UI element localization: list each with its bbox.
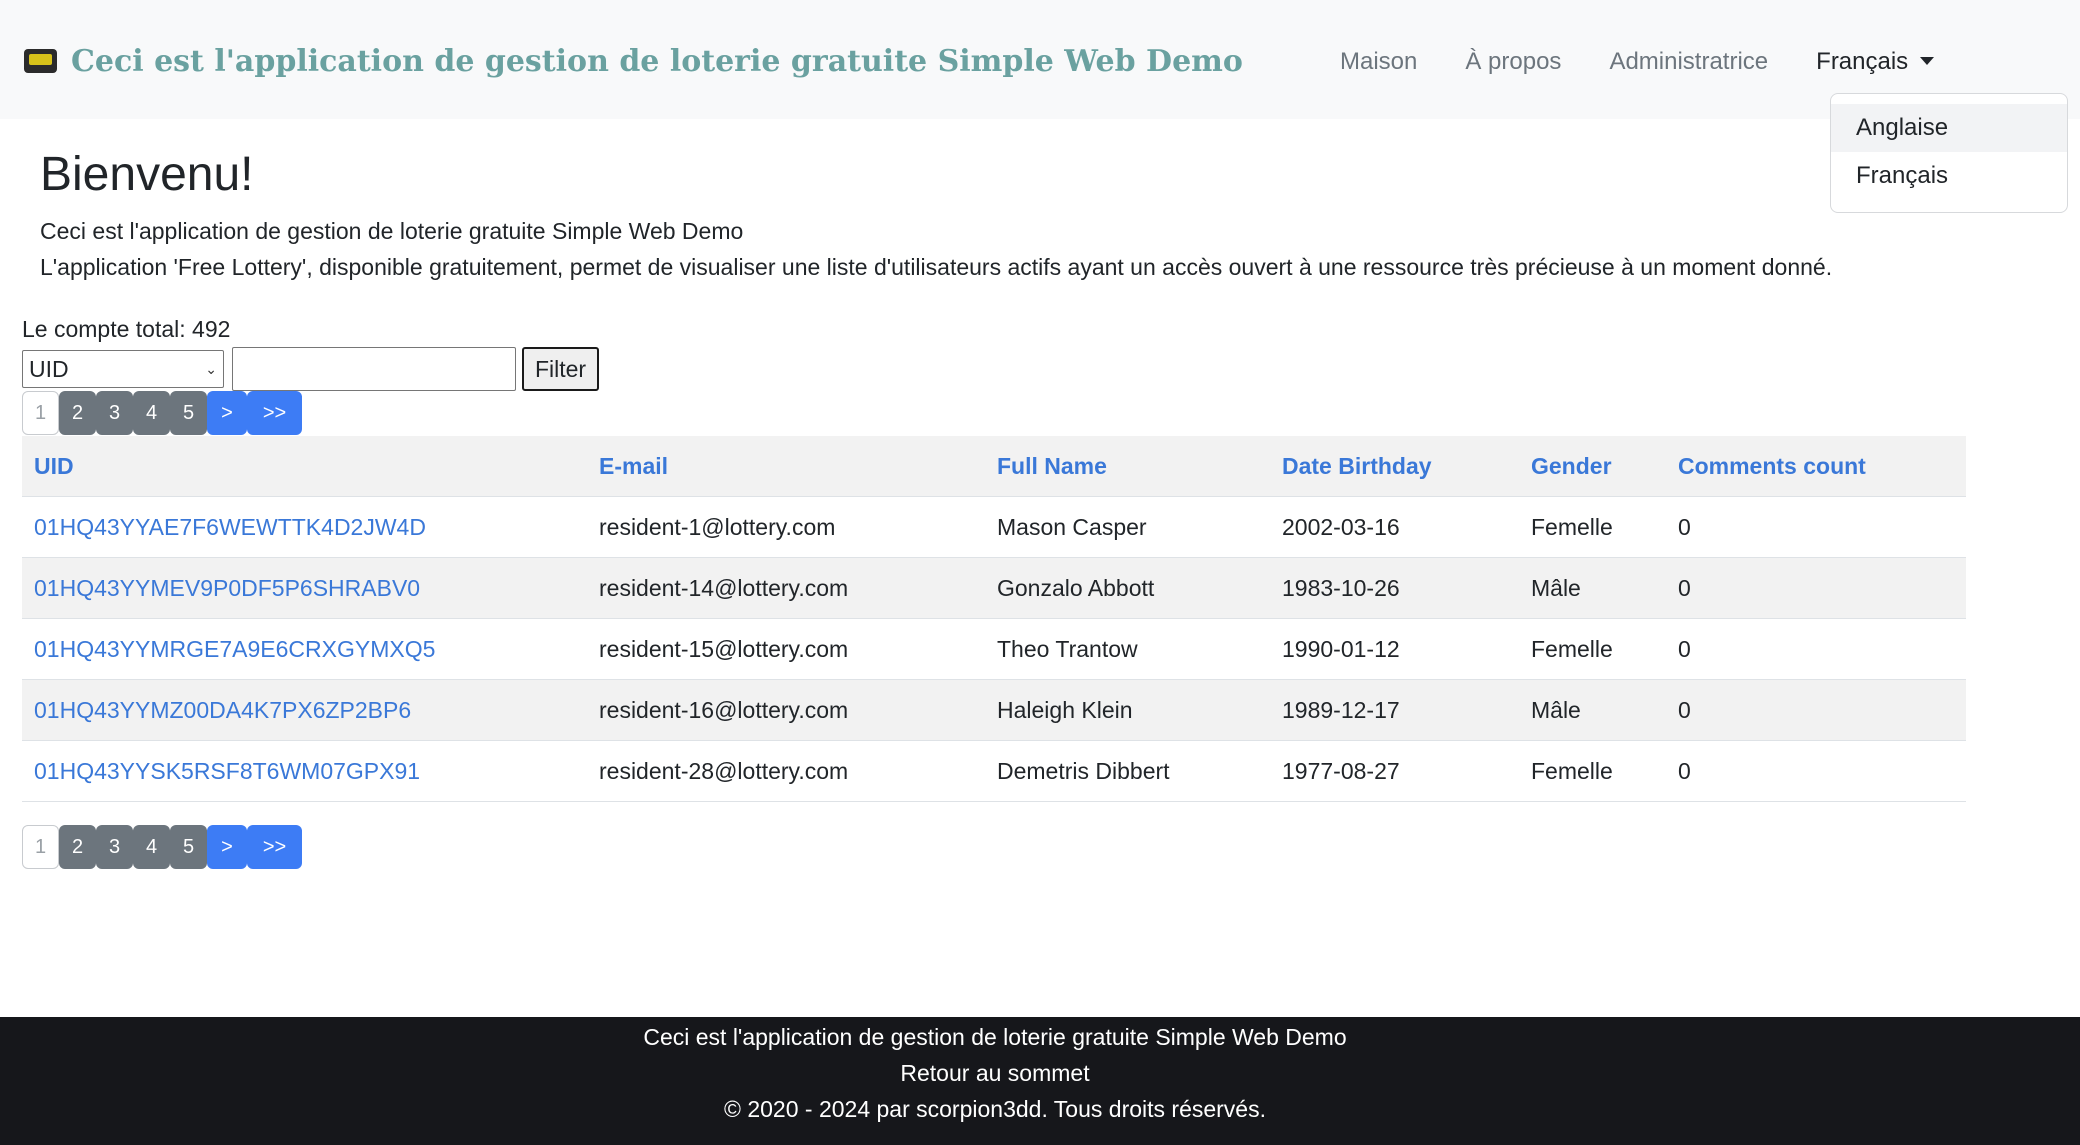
comments-count-cell: 0 <box>1666 557 1966 619</box>
column-header-gender[interactable]: Gender <box>1519 436 1666 497</box>
nav-links: Maison À propos Administratrice Français <box>1340 40 1982 84</box>
column-header-date-birthday[interactable]: Date Birthday <box>1270 436 1519 497</box>
birthday-cell: 1983-10-26 <box>1270 557 1519 619</box>
table-row: 01HQ43YYSK5RSF8T6WM07GPX91 resident-28@l… <box>22 740 1966 802</box>
language-dropdown-menu: Anglaise Français <box>1830 93 2068 213</box>
email-cell: resident-1@lottery.com <box>587 496 985 558</box>
gender-cell: Mâle <box>1519 557 1666 619</box>
table-header-row: UID E-mail Full Name Date Birthday Gende… <box>22 436 1966 497</box>
chevron-down-icon: ⌄ <box>205 361 217 377</box>
column-header-email[interactable]: E-mail <box>587 436 985 497</box>
language-dropdown-toggle[interactable]: Français <box>1816 48 1935 76</box>
comments-count-cell: 0 <box>1666 679 1966 741</box>
intro-line-1: Ceci est l'application de gestion de lot… <box>40 218 744 244</box>
uid-link[interactable]: 01HQ43YYMEV9P0DF5P6SHRABV0 <box>22 557 587 619</box>
gender-cell: Mâle <box>1519 679 1666 741</box>
birthday-cell: 2002-03-16 <box>1270 496 1519 558</box>
page-3-button[interactable]: 3 <box>96 391 133 435</box>
column-header-uid[interactable]: UID <box>22 436 587 497</box>
full-name-cell: Haleigh Klein <box>985 679 1270 741</box>
birthday-cell: 1990-01-12 <box>1270 618 1519 680</box>
back-to-top-link[interactable]: Retour au sommet <box>0 1060 1990 1087</box>
footer: Ceci est l'application de gestion de lot… <box>0 1017 2080 1145</box>
full-name-cell: Mason Casper <box>985 496 1270 558</box>
comments-count-cell: 0 <box>1666 740 1966 802</box>
page-title: Bienvenu! <box>40 148 254 201</box>
pagination-top: 1 2 3 4 5 > >> <box>22 391 302 437</box>
comments-count-cell: 0 <box>1666 496 1966 558</box>
users-table: UID E-mail Full Name Date Birthday Gende… <box>22 436 1966 802</box>
page-1-button[interactable]: 1 <box>22 391 59 435</box>
gender-cell: Femelle <box>1519 496 1666 558</box>
next-page-button[interactable]: > <box>207 391 247 435</box>
email-cell: resident-16@lottery.com <box>587 679 985 741</box>
uid-link[interactable]: 01HQ43YYSK5RSF8T6WM07GPX91 <box>22 740 587 802</box>
table-row: 01HQ43YYMEV9P0DF5P6SHRABV0 resident-14@l… <box>22 557 1966 619</box>
brand-title: Ceci est l'application de gestion de lot… <box>71 43 1243 79</box>
language-toggle-label: Français <box>1816 48 1909 75</box>
table-row: 01HQ43YYMRGE7A9E6CRXGYMXQ5 resident-15@l… <box>22 618 1966 680</box>
uid-link[interactable]: 01HQ43YYAE7F6WEWTTK4D2JW4D <box>22 496 587 558</box>
page-1-button[interactable]: 1 <box>22 825 59 869</box>
filter-field-value: UID <box>29 355 69 382</box>
caret-down-icon <box>1920 57 1935 65</box>
footer-copyright: © 2020 - 2024 par scorpion3dd. Tous droi… <box>724 1096 1266 1122</box>
nav-link-admin[interactable]: Administratrice <box>1609 48 1768 76</box>
filter-input[interactable] <box>232 347 516 391</box>
ticket-icon <box>24 49 57 73</box>
filter-button[interactable]: Filter <box>522 347 599 391</box>
next-page-button[interactable]: > <box>207 825 247 869</box>
page-5-button[interactable]: 5 <box>170 391 207 435</box>
email-cell: resident-14@lottery.com <box>587 557 985 619</box>
page-4-button[interactable]: 4 <box>133 391 170 435</box>
last-page-button[interactable]: >> <box>247 391 302 435</box>
page-2-button[interactable]: 2 <box>59 391 96 435</box>
nav-link-about[interactable]: À propos <box>1465 48 1561 76</box>
gender-cell: Femelle <box>1519 618 1666 680</box>
full-name-cell: Demetris Dibbert <box>985 740 1270 802</box>
pagination-bottom: 1 2 3 4 5 > >> <box>22 825 302 871</box>
full-name-cell: Theo Trantow <box>985 618 1270 680</box>
uid-link[interactable]: 01HQ43YYMRGE7A9E6CRXGYMXQ5 <box>22 618 587 680</box>
nav-link-home[interactable]: Maison <box>1340 48 1417 76</box>
total-count: Le compte total: 492 <box>22 316 231 342</box>
page-4-button[interactable]: 4 <box>133 825 170 869</box>
full-name-cell: Gonzalo Abbott <box>985 557 1270 619</box>
email-cell: resident-28@lottery.com <box>587 740 985 802</box>
last-page-button[interactable]: >> <box>247 825 302 869</box>
language-option-french[interactable]: Français <box>1831 152 2067 200</box>
language-option-english[interactable]: Anglaise <box>1831 104 2067 152</box>
page-3-button[interactable]: 3 <box>96 825 133 869</box>
table-row: 01HQ43YYMZ00DA4K7PX6ZP2BP6 resident-16@l… <box>22 679 1966 741</box>
comments-count-cell: 0 <box>1666 618 1966 680</box>
email-cell: resident-15@lottery.com <box>587 618 985 680</box>
uid-link[interactable]: 01HQ43YYMZ00DA4K7PX6ZP2BP6 <box>22 679 587 741</box>
column-header-comments-count[interactable]: Comments count <box>1666 436 1966 497</box>
filter-form: UID ⌄ Filter <box>22 346 599 392</box>
filter-field-select[interactable]: UID ⌄ <box>22 350 224 388</box>
page-5-button[interactable]: 5 <box>170 825 207 869</box>
brand-link[interactable]: Ceci est l'application de gestion de lot… <box>24 38 1243 84</box>
birthday-cell: 1977-08-27 <box>1270 740 1519 802</box>
column-header-full-name[interactable]: Full Name <box>985 436 1270 497</box>
intro-line-2: L'application 'Free Lottery', disponible… <box>40 254 1833 280</box>
top-navbar: Ceci est l'application de gestion de lot… <box>0 0 2080 119</box>
table-row: 01HQ43YYAE7F6WEWTTK4D2JW4D resident-1@lo… <box>22 496 1966 558</box>
page-2-button[interactable]: 2 <box>59 825 96 869</box>
birthday-cell: 1989-12-17 <box>1270 679 1519 741</box>
gender-cell: Femelle <box>1519 740 1666 802</box>
footer-app-title: Ceci est l'application de gestion de lot… <box>643 1024 1347 1050</box>
